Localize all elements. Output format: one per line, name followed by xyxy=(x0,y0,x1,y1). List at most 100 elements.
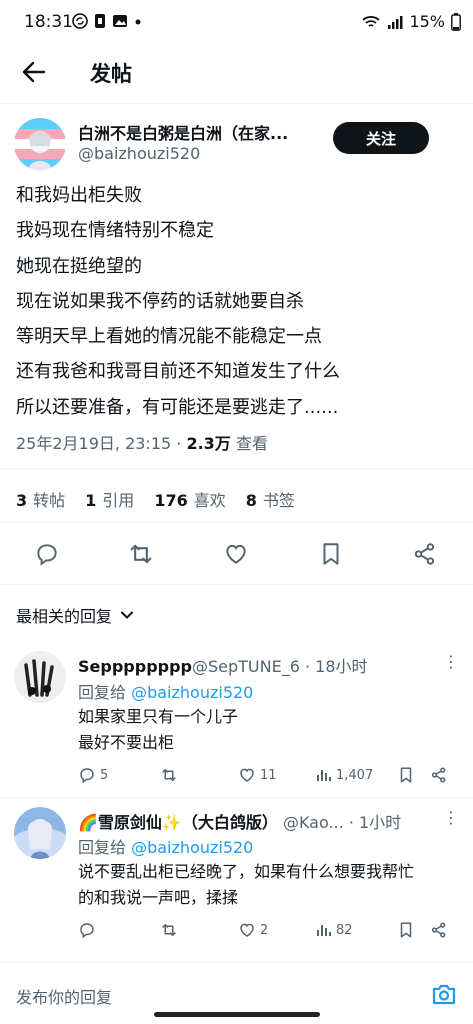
reply-author[interactable]: Sepppppppp@SepTUNE_6 · 18小时 xyxy=(78,653,368,677)
share-icon xyxy=(431,767,446,783)
like-stat[interactable]: 176 喜欢 xyxy=(154,487,225,511)
follow-button[interactable]: 关注 xyxy=(333,122,429,154)
status-right: 15% xyxy=(361,12,461,31)
bookmark-stat[interactable]: 8 书签 xyxy=(246,487,295,511)
heart-icon xyxy=(240,768,254,782)
replying-to: 回复给 @baizhouzi520 xyxy=(78,683,254,702)
reply-author[interactable]: 🌈雪原剑仙✨（大白鸽版） @Kao... · 1小时 xyxy=(78,809,401,833)
author-handle[interactable]: @baizhouzi520 xyxy=(78,144,200,163)
reply-divider xyxy=(0,797,473,798)
repost-stat[interactable]: 3 转帖 xyxy=(16,487,65,511)
home-indicator xyxy=(154,1012,320,1017)
reply-input[interactable]: 发布你的回复 xyxy=(16,984,112,1008)
post-line: 等明天早上看她的情况能不能稳定一点 xyxy=(16,326,322,348)
reply-text: 说不要乱出柜已经晚了，如果有什么想要我帮忙 的和我说一声吧，揉揉 xyxy=(78,862,415,907)
quote-stat[interactable]: 1 引用 xyxy=(85,487,134,511)
image-icon xyxy=(113,15,127,27)
replying-to: 回复给 @baizhouzi520 xyxy=(78,838,254,857)
avatar[interactable] xyxy=(14,118,66,170)
reply-share-button[interactable] xyxy=(430,918,448,942)
reply-repost-button[interactable] xyxy=(160,918,182,942)
reply-repost-button[interactable] xyxy=(160,763,182,787)
stats-divider xyxy=(0,522,473,523)
like-button[interactable] xyxy=(220,538,252,570)
view-count: 2.3万 xyxy=(186,434,231,453)
reply-text: 如果家里只有一个儿子 最好不要出柜 xyxy=(78,707,239,752)
reply-comment-button[interactable]: 5 xyxy=(78,763,108,787)
reply-sort-label: 最相关的回复 xyxy=(16,607,113,626)
actions-divider xyxy=(0,584,473,585)
more-options-icon[interactable]: ⋮ xyxy=(441,808,461,828)
dot-icon xyxy=(135,19,141,25)
reply-bookmark-button[interactable] xyxy=(397,763,415,787)
post-line: 还有我爸和我哥目前还不知道发生了什么 xyxy=(16,361,340,383)
repost-icon xyxy=(162,924,176,936)
replying-to-handle[interactable]: @baizhouzi520 xyxy=(131,838,253,857)
author-name[interactable]: 白洲不是白粥是白洲（在家... xyxy=(78,120,288,144)
post-line: 现在说如果我不停药的话就她要自杀 xyxy=(16,290,304,312)
replying-to-handle[interactable]: @baizhouzi520 xyxy=(131,683,253,702)
post-line: 所以还要准备，有可能还是要逃走了...... xyxy=(16,396,339,418)
back-button[interactable] xyxy=(18,56,50,88)
status-bar: 18:31 15% xyxy=(0,0,473,44)
repost-icon xyxy=(130,544,152,564)
status-notification-icons xyxy=(72,13,142,29)
bar-chart-icon xyxy=(317,925,331,936)
signal-icon xyxy=(388,15,403,29)
comment-icon xyxy=(80,923,94,939)
arrow-left-icon xyxy=(22,61,46,83)
reply-actions: 5 11 1,407 xyxy=(78,763,458,787)
sim-icon xyxy=(95,14,105,28)
meta-divider xyxy=(0,468,473,469)
bar-chart-icon xyxy=(317,770,331,781)
share-button[interactable] xyxy=(409,538,441,570)
reply-author-name: 🌈雪原剑仙✨（大白鸽版） xyxy=(78,813,278,832)
author-avatar-image xyxy=(14,118,66,170)
more-options-icon[interactable]: ⋮ xyxy=(441,652,461,672)
post-line: 她现在挺绝望的 xyxy=(16,255,142,277)
share-icon xyxy=(431,922,446,938)
comment-icon xyxy=(37,544,57,566)
reply-like-button[interactable]: 11 xyxy=(238,763,277,787)
reply-views[interactable]: 82 xyxy=(316,918,353,942)
bookmark-icon xyxy=(400,922,412,938)
header-divider xyxy=(0,103,473,104)
post-text: 和我妈出柜失败 我妈现在情绪特别不稳定 她现在挺绝望的 现在说如果我不停药的话就… xyxy=(16,178,340,425)
reply-comment-button[interactable] xyxy=(78,918,100,942)
sync-icon xyxy=(72,13,88,29)
reply-sort-dropdown[interactable]: 最相关的回复 xyxy=(16,603,134,627)
repost-button[interactable] xyxy=(125,538,157,570)
post-date[interactable]: 25年2月19日, 23:15 · xyxy=(16,434,186,453)
wifi-icon xyxy=(362,15,381,27)
reply-share-button[interactable] xyxy=(430,763,448,787)
reply-author-name: Sepppppppp xyxy=(78,657,192,676)
composer-divider xyxy=(0,962,473,963)
camera-button[interactable] xyxy=(430,980,458,1008)
reply-avatar-image xyxy=(14,651,66,703)
bookmark-icon xyxy=(323,543,339,565)
view-label: 查看 xyxy=(230,434,268,453)
avatar[interactable] xyxy=(14,807,66,859)
heart-icon xyxy=(226,544,246,564)
repost-icon xyxy=(162,769,176,781)
heart-icon xyxy=(240,923,254,937)
comment-icon xyxy=(80,768,94,784)
reply-actions: 2 82 xyxy=(78,918,458,942)
post-actions xyxy=(0,534,473,574)
top-bar: 发帖 xyxy=(0,44,473,100)
reply-author-handle: @SepTUNE_6 · 18小时 xyxy=(192,657,368,676)
bookmark-button[interactable] xyxy=(315,538,347,570)
share-icon xyxy=(414,543,435,565)
battery-percent: 15% xyxy=(409,12,445,31)
avatar[interactable] xyxy=(14,651,66,703)
reply-like-button[interactable]: 2 xyxy=(238,918,268,942)
reply-bookmark-button[interactable] xyxy=(397,918,415,942)
post-stats: 3 转帖 1 引用 176 喜欢 8 书签 xyxy=(16,487,295,511)
status-time: 18:31 xyxy=(24,12,73,32)
reply-views[interactable]: 1,407 xyxy=(316,763,373,787)
bookmark-icon xyxy=(400,767,412,783)
camera-icon xyxy=(432,984,456,1005)
reply-button[interactable] xyxy=(31,538,63,570)
battery-icon xyxy=(451,12,461,31)
page-title: 发帖 xyxy=(90,62,132,86)
